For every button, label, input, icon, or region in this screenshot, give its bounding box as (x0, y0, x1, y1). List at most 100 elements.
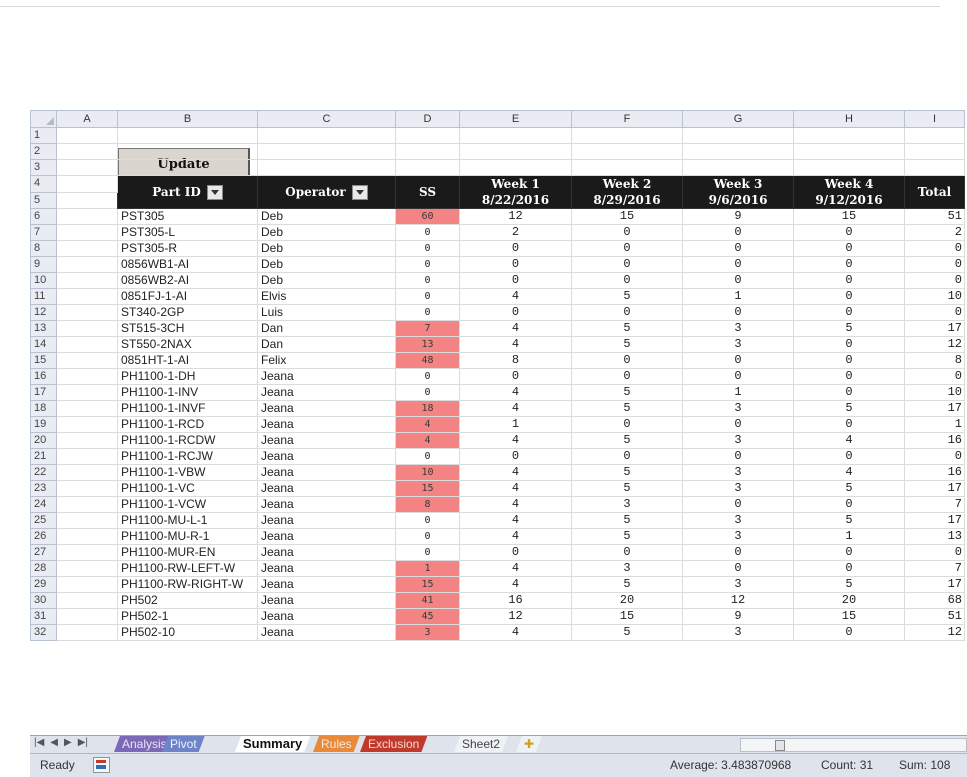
week-3-cell[interactable]: 0 (682, 304, 794, 321)
week-2-cell[interactable]: 15 (571, 208, 683, 225)
ss-cell[interactable]: 0 (395, 224, 460, 241)
week-3-cell[interactable]: 3 (682, 432, 794, 449)
row-header[interactable]: 6 (30, 208, 57, 225)
operator-cell[interactable]: Deb (257, 224, 396, 241)
operator-cell[interactable]: Dan (257, 336, 396, 353)
week-3-cell[interactable]: 3 (682, 624, 794, 641)
header-week-2[interactable]: Week 2 8/29/2016 (571, 175, 683, 209)
part-id-cell[interactable]: PH1100-RW-LEFT-W (117, 560, 258, 577)
cell[interactable] (56, 384, 118, 401)
row-header[interactable]: 14 (30, 336, 57, 353)
week-2-cell[interactable]: 5 (571, 288, 683, 305)
row-header[interactable]: 16 (30, 368, 57, 385)
ss-cell[interactable]: 0 (395, 512, 460, 529)
operator-cell[interactable]: Jeana (257, 624, 396, 641)
week-1-cell[interactable]: 0 (459, 304, 572, 321)
week-4-cell[interactable]: 0 (793, 224, 905, 241)
operator-cell[interactable]: Deb (257, 208, 396, 225)
sheet-tab-summary[interactable]: Summary (235, 736, 310, 752)
week-4-cell[interactable]: 0 (793, 272, 905, 289)
operator-cell[interactable]: Elvis (257, 288, 396, 305)
cell[interactable] (56, 191, 118, 209)
cell[interactable] (56, 159, 118, 176)
week-4-cell[interactable]: 1 (793, 528, 905, 545)
sheet-nav-arrows[interactable]: |◀ ◀ ▶ ▶| (34, 737, 88, 748)
week-4-cell[interactable]: 0 (793, 304, 905, 321)
week-3-cell[interactable]: 0 (682, 448, 794, 465)
part-id-cell[interactable]: PST305 (117, 208, 258, 225)
part-id-cell[interactable]: PST305-L (117, 224, 258, 241)
cell[interactable] (904, 143, 965, 160)
week-1-cell[interactable]: 4 (459, 400, 572, 417)
week-3-cell[interactable]: 0 (682, 368, 794, 385)
week-4-cell[interactable]: 15 (793, 608, 905, 625)
part-id-cell[interactable]: PH1100-1-VCW (117, 496, 258, 513)
week-1-cell[interactable]: 0 (459, 448, 572, 465)
cell[interactable] (56, 336, 118, 353)
column-header-F[interactable]: F (571, 110, 683, 128)
week-3-cell[interactable]: 3 (682, 400, 794, 417)
cell[interactable] (56, 400, 118, 417)
total-cell[interactable]: 17 (904, 320, 965, 337)
cell[interactable] (682, 159, 794, 176)
total-cell[interactable]: 0 (904, 304, 965, 321)
week-3-cell[interactable]: 0 (682, 560, 794, 577)
week-2-cell[interactable]: 5 (571, 512, 683, 529)
cell[interactable] (56, 448, 118, 465)
week-2-cell[interactable]: 0 (571, 352, 683, 369)
cell[interactable] (395, 143, 460, 160)
cell[interactable] (257, 127, 396, 144)
operator-cell[interactable]: Jeana (257, 384, 396, 401)
prev-sheet-icon[interactable]: ◀ (50, 737, 58, 748)
row-header[interactable]: 26 (30, 528, 57, 545)
total-cell[interactable]: 16 (904, 464, 965, 481)
cell[interactable] (571, 159, 683, 176)
row-header[interactable]: 31 (30, 608, 57, 625)
week-2-cell[interactable]: 5 (571, 336, 683, 353)
operator-cell[interactable]: Jeana (257, 528, 396, 545)
header-week-3[interactable]: Week 3 9/6/2016 (682, 175, 794, 209)
week-3-cell[interactable]: 12 (682, 592, 794, 609)
part-id-cell[interactable]: PH1100-1-INVF (117, 400, 258, 417)
part-id-cell[interactable]: 0851HT-1-AI (117, 352, 258, 369)
cell[interactable] (56, 272, 118, 289)
week-4-cell[interactable]: 0 (793, 288, 905, 305)
last-sheet-icon[interactable]: ▶| (78, 737, 88, 748)
column-header-C[interactable]: C (257, 110, 396, 128)
ss-cell[interactable]: 4 (395, 432, 460, 449)
week-1-cell[interactable]: 4 (459, 480, 572, 497)
week-2-cell[interactable]: 20 (571, 592, 683, 609)
week-4-cell[interactable]: 20 (793, 592, 905, 609)
week-3-cell[interactable]: 9 (682, 208, 794, 225)
total-cell[interactable]: 0 (904, 368, 965, 385)
cell[interactable] (56, 208, 118, 225)
cell[interactable] (56, 480, 118, 497)
operator-cell[interactable]: Jeana (257, 480, 396, 497)
total-cell[interactable]: 7 (904, 560, 965, 577)
operator-cell[interactable]: Jeana (257, 368, 396, 385)
cell[interactable] (56, 624, 118, 641)
ss-cell[interactable]: 15 (395, 576, 460, 593)
week-2-cell[interactable]: 0 (571, 272, 683, 289)
cell[interactable] (793, 127, 905, 144)
row-header[interactable]: 4 (30, 175, 57, 193)
week-1-cell[interactable]: 4 (459, 528, 572, 545)
column-header-E[interactable]: E (459, 110, 572, 128)
cell[interactable] (56, 224, 118, 241)
week-3-cell[interactable]: 3 (682, 464, 794, 481)
part-id-cell[interactable]: PST305-R (117, 240, 258, 257)
row-header[interactable]: 3 (30, 159, 57, 176)
operator-cell[interactable]: Jeana (257, 448, 396, 465)
cell[interactable] (904, 159, 965, 176)
row-header[interactable]: 1 (30, 127, 57, 144)
row-header[interactable]: 15 (30, 352, 57, 369)
ss-cell[interactable]: 8 (395, 496, 460, 513)
header-week-4[interactable]: Week 4 9/12/2016 (793, 175, 905, 209)
ss-cell[interactable]: 41 (395, 592, 460, 609)
row-header[interactable]: 25 (30, 512, 57, 529)
week-1-cell[interactable]: 4 (459, 576, 572, 593)
row-header[interactable]: 11 (30, 288, 57, 305)
row-header[interactable]: 20 (30, 432, 57, 449)
row-header[interactable]: 10 (30, 272, 57, 289)
week-4-cell[interactable]: 4 (793, 464, 905, 481)
